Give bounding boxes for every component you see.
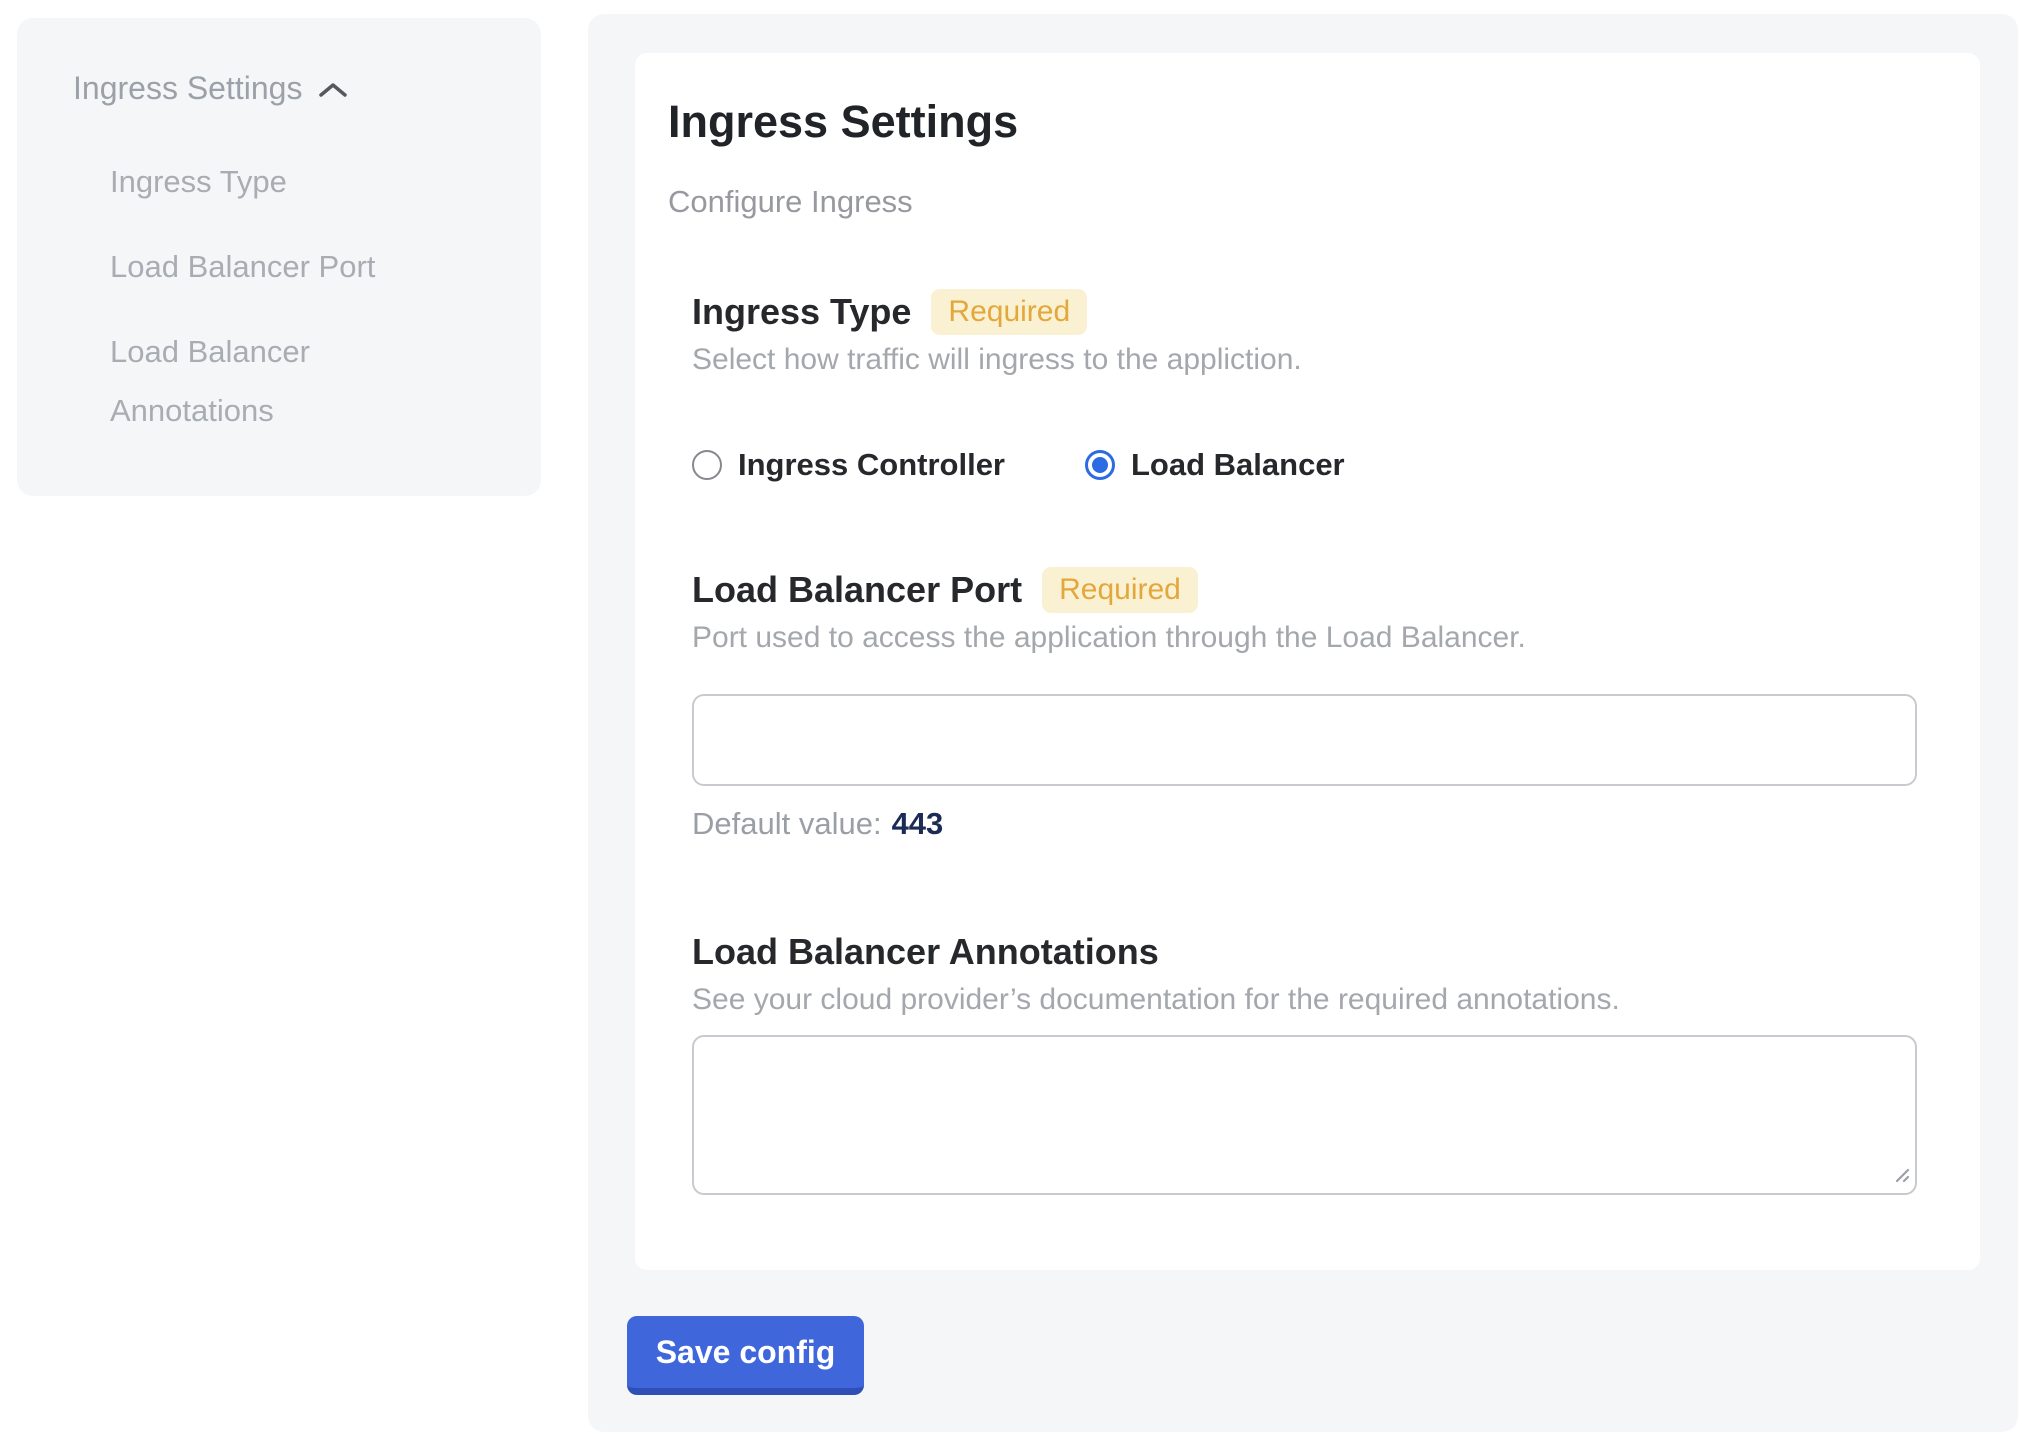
field-label-ingress-type: Ingress Type <box>692 290 911 334</box>
field-description-load-balancer-port: Port used to access the application thro… <box>692 619 1920 657</box>
field-description-ingress-type: Select how traffic will ingress to the a… <box>692 341 1920 379</box>
page-subtitle: Configure Ingress <box>668 183 1920 221</box>
sidebar-item-load-balancer-annotations[interactable]: Load Balancer Annotations <box>110 322 410 440</box>
required-badge: Required <box>931 289 1087 335</box>
radio-selected-icon[interactable] <box>1085 450 1115 480</box>
section-load-balancer-annotations: Load Balancer Annotations See your cloud… <box>692 929 1920 1195</box>
default-value-row: Default value: 443 <box>692 805 1920 843</box>
radio-label-load-balancer: Load Balancer <box>1131 446 1345 484</box>
field-label-load-balancer-annotations: Load Balancer Annotations <box>692 930 1159 974</box>
annotations-textarea-wrapper <box>692 1035 1917 1195</box>
sidebar-section-label: Ingress Settings <box>73 68 302 108</box>
radio-label-ingress-controller: Ingress Controller <box>738 446 1005 484</box>
ingress-type-radio-group: Ingress Controller Load Balancer <box>692 443 1920 487</box>
resize-handle-icon[interactable] <box>1887 1160 1911 1189</box>
default-value: 443 <box>892 806 944 841</box>
radio-unselected-icon[interactable] <box>692 450 722 480</box>
load-balancer-annotations-textarea[interactable] <box>692 1035 1917 1195</box>
radio-option-ingress-controller[interactable]: Ingress Controller <box>692 446 1005 484</box>
settings-nav-sidebar: Ingress Settings Ingress Type Load Balan… <box>17 18 541 496</box>
radio-option-load-balancer[interactable]: Load Balancer <box>1085 446 1345 484</box>
main-panel: Ingress Settings Configure Ingress Ingre… <box>588 14 2018 1432</box>
required-badge: Required <box>1042 567 1198 613</box>
section-ingress-type: Ingress Type Required Select how traffic… <box>692 289 1920 487</box>
sidebar-item-load-balancer-port[interactable]: Load Balancer Port <box>110 237 410 296</box>
page: Ingress Settings Ingress Type Load Balan… <box>0 0 2036 1452</box>
save-config-button[interactable]: Save config <box>627 1316 864 1395</box>
field-heading-row: Load Balancer Port Required <box>692 567 1920 613</box>
chevron-up-icon[interactable] <box>318 81 348 99</box>
field-heading-row: Ingress Type Required <box>692 289 1920 335</box>
field-label-load-balancer-port: Load Balancer Port <box>692 568 1022 612</box>
load-balancer-port-input[interactable] <box>692 694 1917 786</box>
sidebar-section-ingress-settings[interactable]: Ingress Settings <box>73 68 511 108</box>
ingress-settings-card: Ingress Settings Configure Ingress Ingre… <box>635 53 1980 1270</box>
default-value-label: Default value: <box>692 806 882 841</box>
field-heading-row: Load Balancer Annotations <box>692 929 1920 975</box>
field-description-load-balancer-annotations: See your cloud provider’s documentation … <box>692 981 1920 1019</box>
sidebar-item-ingress-type[interactable]: Ingress Type <box>110 152 410 211</box>
sidebar-item-list: Ingress Type Load Balancer Port Load Bal… <box>110 152 511 440</box>
page-title: Ingress Settings <box>668 95 1920 149</box>
section-load-balancer-port: Load Balancer Port Required Port used to… <box>692 567 1920 843</box>
